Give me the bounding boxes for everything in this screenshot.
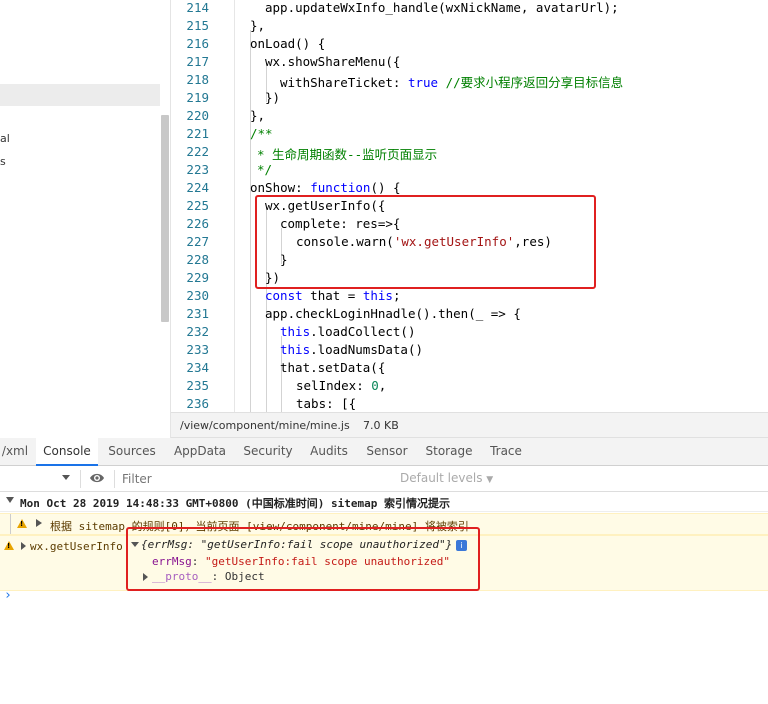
expand-triangle-icon[interactable]	[6, 497, 14, 503]
warning-icon	[17, 519, 27, 528]
code-line: /**	[250, 126, 273, 141]
toolbar-divider	[114, 470, 115, 488]
line-number: 214	[186, 0, 209, 15]
tab-appdata[interactable]: AppData	[168, 438, 232, 466]
line-number: 231	[186, 306, 209, 321]
line-number: 227	[186, 234, 209, 249]
group-header-text: Mon Oct 28 2019 14:48:33 GMT+0800 (中国标准时…	[20, 497, 451, 510]
line-number: 225	[186, 198, 209, 213]
line-number: 217	[186, 54, 209, 69]
left-scrollbar[interactable]	[161, 115, 169, 322]
code-highlight-box	[255, 195, 596, 289]
context-dropdown-icon[interactable]	[62, 475, 70, 480]
console-toolbar: Default levels ▼	[0, 466, 768, 492]
chevron-down-icon: ▼	[486, 475, 494, 485]
tab-security[interactable]: Security	[238, 438, 298, 466]
code-line: })	[265, 90, 281, 105]
filter-input[interactable]	[122, 469, 382, 489]
log-levels-dropdown[interactable]: Default levels ▼	[400, 471, 493, 485]
toolbar-divider	[80, 470, 81, 488]
line-number: 218	[186, 72, 209, 87]
tab-sources[interactable]: Sources	[102, 438, 162, 466]
code-line: },	[250, 108, 266, 123]
code-line: this.loadCollect()	[280, 324, 416, 339]
code-line: that.setData({	[280, 360, 386, 375]
eye-icon[interactable]	[89, 472, 105, 484]
line-number: 216	[186, 36, 209, 51]
tab-storage[interactable]: Storage	[420, 438, 478, 466]
code-line: */	[257, 162, 273, 177]
code-editor[interactable]: 214 app.updateWxInfo_handle(wxNickName, …	[171, 0, 768, 412]
code-line: onShow: function() {	[250, 180, 401, 195]
left-panel: al s	[0, 0, 171, 438]
code-line: * 生命周期函数--监听页面显示	[257, 147, 438, 162]
code-line: onLoad() {	[250, 36, 326, 51]
code-line: withShareTicket: true //要求小程序返回分享目标信息	[280, 75, 624, 90]
line-number: 223	[186, 162, 209, 177]
line-number: 229	[186, 270, 209, 285]
line-number: 235	[186, 378, 209, 393]
console-output[interactable]: Mon Oct 28 2019 14:48:33 GMT+0800 (中国标准时…	[0, 492, 768, 704]
console-prompt-icon[interactable]: ›	[4, 588, 12, 603]
code-line: app.checkLoginHnadle().then(_ => {	[265, 306, 521, 321]
tab-trace[interactable]: Trace	[484, 438, 528, 466]
warning-source-text: wx.getUserInfo	[30, 540, 123, 553]
log-group-header[interactable]: Mon Oct 28 2019 14:48:33 GMT+0800 (中国标准时…	[0, 492, 768, 512]
line-number: 228	[186, 252, 209, 267]
line-number: 219	[186, 90, 209, 105]
selected-item[interactable]	[0, 84, 160, 106]
code-line: selIndex: 0,	[296, 378, 387, 393]
tab-audits[interactable]: Audits	[304, 438, 354, 466]
tab-sensor[interactable]: Sensor	[360, 438, 414, 466]
line-number: 226	[186, 216, 209, 231]
group-indent-line	[10, 514, 11, 534]
line-number: 236	[186, 396, 209, 411]
console-highlight-box	[126, 527, 480, 591]
code-line: tabs: [{	[296, 396, 357, 411]
line-number: 215	[186, 18, 209, 33]
line-number: 232	[186, 324, 209, 339]
line-number: 221	[186, 126, 209, 141]
file-size: 7.0 KB	[363, 419, 399, 432]
line-number: 233	[186, 342, 209, 357]
code-line: this.loadNumsData()	[280, 342, 423, 357]
code-line: app.updateWxInfo_handle(wxNickName, avat…	[265, 0, 619, 15]
code-line: wx.showShareMenu({	[265, 54, 401, 69]
code-line: },	[250, 18, 266, 33]
left-fragment-1: al	[0, 132, 10, 145]
left-fragment-2: s	[0, 155, 6, 168]
line-number: 222	[186, 144, 209, 159]
code-line: const that = this;	[265, 288, 401, 303]
file-path: /view/component/mine/mine.js	[180, 419, 350, 432]
line-number: 234	[186, 360, 209, 375]
line-number: 230	[186, 288, 209, 303]
expand-triangle-icon[interactable]	[21, 542, 26, 550]
line-number: 224	[186, 180, 209, 195]
warning-icon	[4, 541, 14, 550]
tab-wxml[interactable]: /xml	[0, 438, 30, 466]
tab-console[interactable]: Console	[36, 438, 98, 466]
file-info-bar: /view/component/mine/mine.js 7.0 KB	[171, 412, 768, 438]
indent-guide	[250, 30, 251, 412]
expand-triangle-icon[interactable]	[36, 519, 42, 527]
devtools-tabs: /xml Console Sources AppData Security Au…	[0, 438, 768, 466]
line-number: 220	[186, 108, 209, 123]
